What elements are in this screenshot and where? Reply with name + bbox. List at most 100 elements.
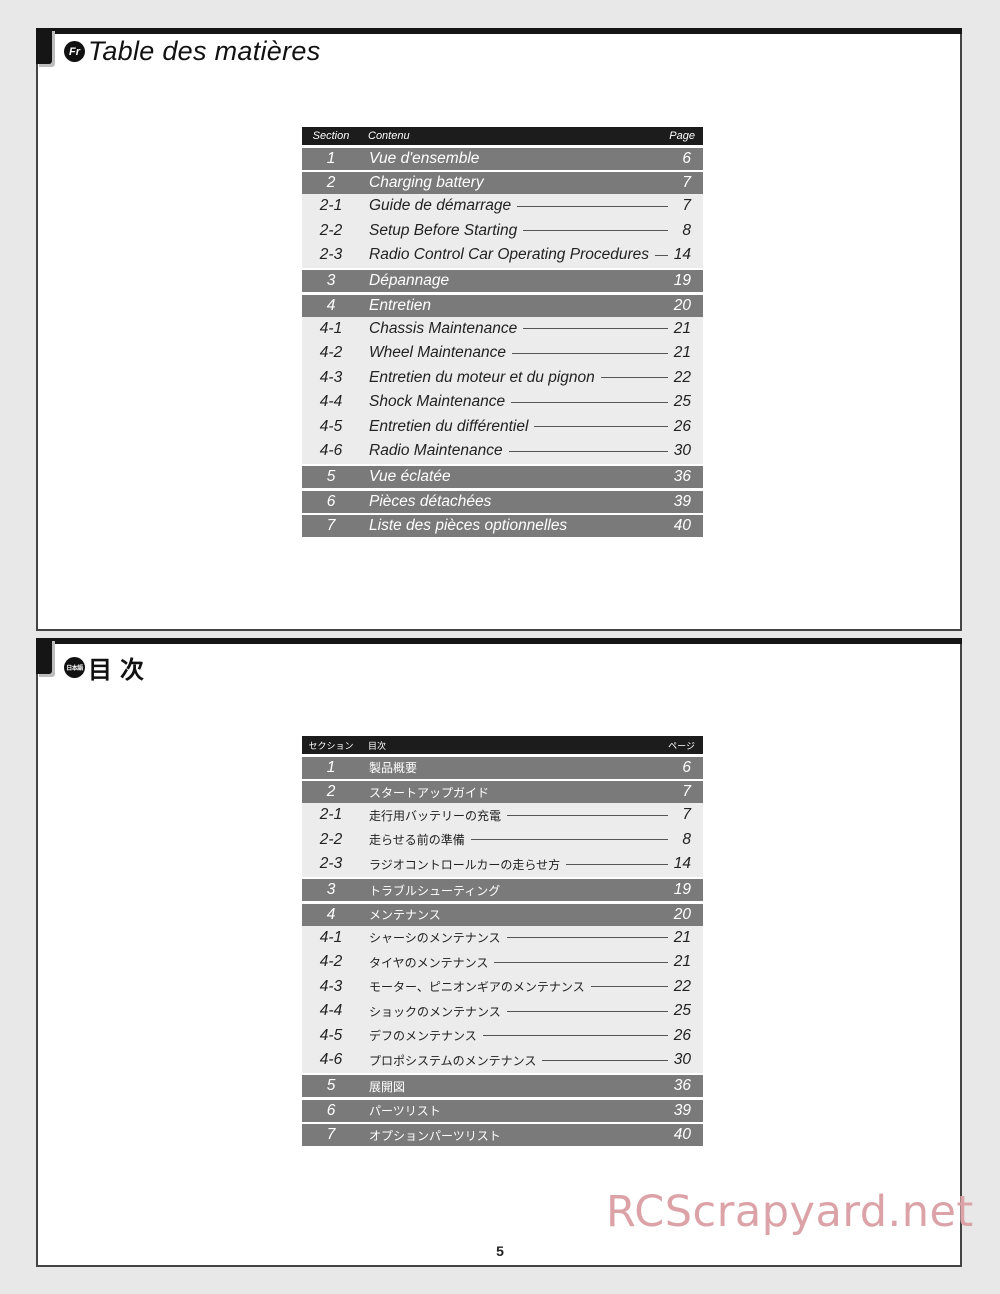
section-title: Wheel Maintenance (369, 344, 506, 362)
toc-subsection-row[interactable]: 4-3 Entretien du moteur et du pignon 22 (302, 365, 703, 390)
toc-section-row[interactable]: 6 Pièces détachées 39 (302, 490, 703, 513)
section-title: Shock Maintenance (369, 393, 506, 411)
page-reference: 36 (673, 1077, 691, 1094)
japanese-toc-rows: 1 製品概要 6 2 スタートアップガイド 7 2-1 走行用バッテリーの充電 7 2-2 走らせる… (302, 756, 703, 1146)
page-reference: 22 (673, 368, 691, 386)
section-number: 2 (326, 783, 336, 800)
japanese-toc-panel: 日本語 目次 セクション 目次 ページ 1 製品概要 6 2 スタートアップガイド 7 2-… (36, 638, 962, 1267)
section-title: ショックのメンテナンス (369, 1004, 501, 1019)
dot-leader-line (566, 863, 668, 865)
section-title: オプションパーツリスト (369, 1128, 501, 1143)
section-title: Dépannage (369, 272, 450, 289)
page-reference: 39 (673, 492, 691, 510)
page-reference: 22 (673, 977, 691, 995)
dot-leader-line (523, 230, 668, 232)
dot-leader-line (495, 792, 668, 793)
dot-leader-line (590, 986, 668, 988)
section-number: 4-3 (319, 368, 343, 386)
dot-leader-line (455, 281, 668, 282)
toc-subsection-row[interactable]: 4-2 Wheel Maintenance 21 (302, 341, 703, 366)
page-reference: 36 (673, 468, 691, 485)
page-reference: 20 (673, 905, 691, 923)
toc-subsection-row[interactable]: 2-3 Radio Control Car Operating Procedure… (302, 243, 703, 268)
section-number: 4-5 (319, 1026, 343, 1044)
dot-leader-line (507, 814, 668, 816)
column-header-content: 目次 (368, 740, 387, 751)
toc-section-row[interactable]: 2 Charging battery 7 (302, 172, 703, 194)
toc-subsection-row[interactable]: 4-6 Radio Maintenance 30 (302, 439, 703, 464)
toc-section-row[interactable]: 1 製品概要 6 (302, 756, 703, 779)
toc-subsection-row[interactable]: 2-2 走らせる前の準備 8 (302, 827, 703, 852)
toc-subsection-row[interactable]: 4-1 Chassis Maintenance 21 (302, 316, 703, 341)
toc-section-row[interactable]: 4 メンテナンス 20 (302, 903, 703, 926)
page-reference: 6 (682, 149, 691, 167)
column-header-content: Contenu (368, 130, 410, 142)
section-number: 2-2 (319, 221, 343, 239)
section-title: ラジオコントロールカーの走らせ方 (369, 857, 561, 872)
section-title: Charging battery (369, 174, 484, 191)
section-title: Pièces détachées (369, 492, 492, 510)
toc-section-row[interactable]: 7 Liste des pièces optionnelles 40 (302, 515, 703, 537)
toc-section-row[interactable]: 5 Vue éclatée 36 (302, 466, 703, 488)
french-toc-rows: 1 Vue d'ensemble 6 2 Charging battery 7 2-1 Gui… (302, 147, 703, 537)
panel-tab-marker (36, 28, 52, 64)
toc-header-row: Section Contenu Page (302, 127, 703, 145)
section-number: 4 (326, 905, 336, 923)
toc-subsection-row[interactable]: 4-5 Entretien du différentiel 26 (302, 414, 703, 439)
toc-section-row[interactable]: 5 展開図 36 (302, 1075, 703, 1097)
dot-leader-line (490, 183, 668, 184)
section-number: 4-6 (319, 1051, 343, 1069)
panel-top-bar (36, 28, 962, 34)
toc-subsection-row[interactable]: 4-1 シャーシのメンテナンス 21 (302, 925, 703, 950)
toc-section-row[interactable]: 7 オプションパーツリスト 40 (302, 1124, 703, 1146)
japanese-heading: 日本語 目次 (64, 650, 152, 685)
toc-section-row[interactable]: 1 Vue d'ensemble 6 (302, 147, 703, 170)
toc-subsection-row[interactable]: 4-2 タイヤのメンテナンス 21 (302, 950, 703, 975)
toc-section-row[interactable]: 6 パーツリスト 39 (302, 1099, 703, 1122)
toc-subsection-row[interactable]: 2-3 ラジオコントロールカーの走らせ方 14 (302, 852, 703, 877)
section-number: 2-3 (319, 246, 343, 264)
toc-subsection-row[interactable]: 2-1 Guide de démarrage 7 (302, 194, 703, 219)
toc-subsection-row[interactable]: 4-3 モーター、ピニオンギアのメンテナンス 22 (302, 974, 703, 999)
section-number: 4 (326, 296, 336, 314)
french-page-title: Table des matières (88, 36, 321, 66)
japanese-toc-table: セクション 目次 ページ 1 製品概要 6 2 スタートアップガイド 7 2-1 走行用バッテ… (302, 736, 703, 1146)
page-reference: 21 (673, 319, 691, 337)
toc-subsection-row[interactable]: 4-4 Shock Maintenance 25 (302, 390, 703, 415)
japanese-language-badge-icon: 日本語 (64, 657, 85, 678)
page-reference: 8 (682, 221, 691, 239)
toc-subsection-row[interactable]: 4-5 デフのメンテナンス 26 (302, 1023, 703, 1048)
toc-subsection-row[interactable]: 2-1 走行用バッテリーの充電 7 (302, 803, 703, 828)
toc-subsection-row[interactable]: 4-6 プロポシステムのメンテナンス 30 (302, 1048, 703, 1073)
section-title: シャーシのメンテナンス (369, 931, 501, 946)
section-title: Liste des pièces optionnelles (369, 517, 568, 534)
page-reference: 8 (682, 830, 691, 848)
dot-leader-line (506, 937, 668, 939)
toc-section-row[interactable]: 3 Dépannage 19 (302, 270, 703, 292)
toc-section-row[interactable]: 4 Entretien 20 (302, 294, 703, 317)
toc-subsection-row[interactable]: 2-2 Setup Before Starting 8 (302, 218, 703, 243)
page-reference: 19 (673, 881, 691, 898)
section-number: 5 (326, 1077, 336, 1094)
dot-leader-line (494, 961, 668, 963)
section-number: 4-2 (319, 953, 343, 971)
section-number: 2 (326, 174, 336, 191)
dot-leader-line (508, 450, 668, 452)
page-reference: 25 (673, 1002, 691, 1020)
toc-subsection-row[interactable]: 4-4 ショックのメンテナンス 25 (302, 999, 703, 1024)
section-title: Vue éclatée (369, 468, 451, 485)
dot-leader-line (482, 1035, 668, 1037)
page-number: 5 (496, 1243, 504, 1259)
dot-leader-line (437, 305, 668, 306)
section-number: 2-1 (319, 197, 343, 215)
page-reference: 7 (682, 806, 691, 824)
column-header-section: セクション (308, 740, 354, 751)
dot-leader-line (506, 890, 668, 891)
column-header-page: Page (669, 130, 695, 142)
page-reference: 40 (673, 1126, 691, 1143)
toc-section-row[interactable]: 3 トラブルシューティング 19 (302, 879, 703, 901)
column-header-page: ページ (668, 740, 695, 751)
section-title: メンテナンス (369, 908, 441, 922)
column-header-section: Section (312, 130, 350, 142)
toc-section-row[interactable]: 2 スタートアップガイド 7 (302, 781, 703, 803)
